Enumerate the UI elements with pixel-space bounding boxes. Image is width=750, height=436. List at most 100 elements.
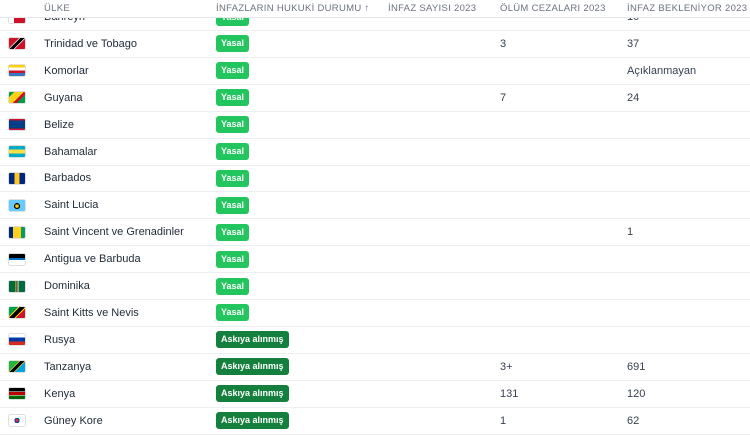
status-cell: Yasal	[216, 31, 250, 57]
table-row-10: Dominika Yasal	[0, 273, 750, 300]
status-badge: Askıya alınmış	[216, 358, 289, 376]
table-row-2: Komorlar Yasal Açıklanmayan	[0, 58, 750, 85]
barbados-flag-icon	[9, 172, 25, 184]
country-name: Trinidad ve Tobago	[44, 37, 137, 50]
status-badge: Yasal	[216, 169, 250, 187]
status-badge: Yasal	[216, 116, 250, 134]
status-cell: Yasal	[216, 18, 250, 30]
status-badge: Yasal	[216, 18, 250, 26]
flag-cell	[9, 139, 25, 165]
status-cell: Yasal	[216, 85, 250, 111]
status-badge: Yasal	[216, 62, 250, 80]
status-cell: Yasal	[216, 246, 250, 272]
tanzania-flag-icon	[9, 361, 25, 373]
flag-cell	[9, 273, 25, 299]
status-badge: Askıya alınmış	[216, 412, 289, 429]
status-badge: Yasal	[216, 277, 250, 295]
country-name: Guyana	[44, 91, 83, 104]
status-badge: Yasal	[216, 35, 250, 53]
awaiting-value: 24	[627, 91, 640, 104]
trinidad-and-tobago-flag-icon	[9, 38, 25, 50]
status-cell: Yasal	[216, 273, 250, 299]
flag-cell	[9, 192, 25, 218]
status-cell: Yasal	[216, 165, 250, 191]
status-badge: Yasal	[216, 250, 250, 268]
flag-cell	[9, 354, 25, 380]
flag-cell	[9, 246, 25, 272]
status-cell: Yasal	[216, 300, 250, 326]
status-cell: Yasal	[216, 112, 250, 138]
kenya-flag-icon	[9, 388, 25, 400]
status-badge: Askıya alınmış	[216, 331, 289, 349]
status-badge: Yasal	[216, 89, 250, 107]
country-name: Bahamalar	[44, 145, 98, 158]
awaiting-value: 37	[627, 37, 640, 50]
awaiting-value: 691	[627, 360, 646, 373]
executions-table: ÜLKE İNFAZLARIN HUKUKİ DURUMU ↑ İNFAZ SAY…	[0, 0, 750, 436]
status-cell: Yasal	[216, 192, 250, 218]
bahrain-flag-icon	[9, 18, 25, 23]
column-header-status-label: İNFAZLARIN HUKUKİ DURUMU	[216, 3, 362, 14]
table-row-3: Guyana Yasal 7 24	[0, 85, 750, 112]
country-name: Antigua ve Barbuda	[44, 253, 141, 266]
flag-cell	[9, 300, 25, 326]
death-sentences-value: 3	[500, 37, 507, 50]
column-header-country[interactable]: ÜLKE	[44, 3, 70, 14]
status-badge: Yasal	[216, 223, 250, 241]
status-cell: Askıya alınmış	[216, 408, 289, 434]
status-cell: Yasal	[216, 58, 250, 84]
table-header: ÜLKE İNFAZLARIN HUKUKİ DURUMU ↑ İNFAZ SAY…	[0, 0, 750, 18]
status-cell: Askıya alınmış	[216, 327, 289, 353]
column-header-awaiting[interactable]: İNFAZ BEKLENİYOR 2023	[627, 3, 747, 14]
column-header-death-sentences[interactable]: ÖLÜM CEZALARI 2023	[500, 3, 606, 14]
awaiting-value: 120	[627, 387, 646, 400]
status-badge: Askıya alınmış	[216, 385, 289, 403]
flag-cell	[9, 165, 25, 191]
table-row-6: Barbados Yasal	[0, 165, 750, 193]
table-row-0: Bahreyn Yasal 10	[0, 18, 750, 31]
table-row-5: Bahamalar Yasal	[0, 139, 750, 166]
south-korea-flag-icon	[9, 415, 25, 426]
country-name: Dominika	[44, 280, 90, 292]
flag-cell	[9, 381, 25, 407]
country-name: Barbados	[44, 172, 92, 185]
awaiting-value: 1	[627, 226, 634, 239]
saint-lucia-flag-icon	[9, 199, 25, 211]
death-sentences-value: 3+	[500, 360, 513, 373]
death-sentences-value: 1	[500, 414, 507, 427]
table-row-4: Belize Yasal	[0, 112, 750, 139]
table-row-7: Saint Lucia Yasal	[0, 192, 750, 220]
bahamas-flag-icon	[9, 146, 25, 157]
country-name: Saint Lucia	[44, 199, 99, 212]
saint-vincent-flag-icon	[9, 226, 25, 238]
belize-flag-icon	[9, 119, 25, 131]
status-badge: Yasal	[216, 196, 250, 214]
status-cell: Askıya alınmış	[216, 354, 289, 380]
flag-cell	[9, 31, 25, 57]
country-name: Kenya	[44, 387, 76, 400]
country-name: Bahreyn	[44, 18, 85, 30]
antigua-flag-icon	[9, 253, 25, 265]
flag-cell	[9, 18, 25, 30]
saint-kitts-flag-icon	[9, 307, 25, 319]
death-sentences-value: 7	[500, 91, 507, 104]
awaiting-value: 62	[627, 414, 640, 427]
status-cell: Yasal	[216, 139, 250, 165]
country-name: Komorlar	[44, 64, 89, 77]
column-header-status[interactable]: İNFAZLARIN HUKUKİ DURUMU ↑	[216, 3, 370, 14]
flag-cell	[9, 408, 25, 434]
status-cell: Askıya alınmış	[216, 381, 289, 407]
status-badge: Yasal	[216, 304, 250, 322]
awaiting-value: Açıklanmayan	[627, 64, 697, 77]
table-body: Bahreyn Yasal 10 Trinidad ve Tobago Yasa…	[0, 18, 750, 436]
table-row-9: Antigua ve Barbuda Yasal	[0, 246, 750, 274]
flag-cell	[9, 112, 25, 138]
flag-cell	[9, 85, 25, 111]
death-sentences-value: 131	[500, 387, 519, 400]
sort-ascending-icon: ↑	[364, 3, 370, 14]
column-header-executions[interactable]: İNFAZ SAYISI 2023	[388, 3, 476, 14]
comoros-flag-icon	[9, 65, 25, 77]
table-row-13: Tanzanya Askıya alınmış 3+ 691	[0, 354, 750, 381]
country-name: Belize	[44, 118, 74, 131]
table-row-11: Saint Kitts ve Nevis Yasal	[0, 300, 750, 327]
